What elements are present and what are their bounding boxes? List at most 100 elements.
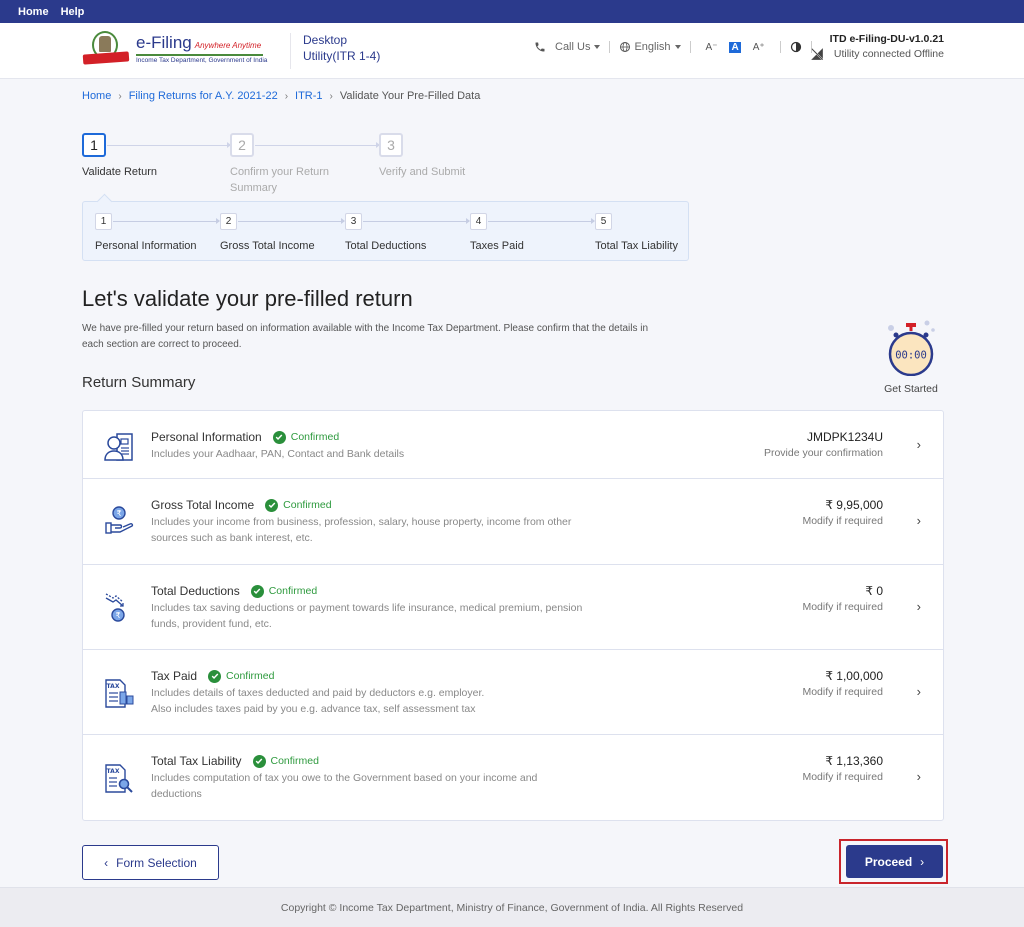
summary-row-total-deductions[interactable]: ₹ Total Deductions Confirmed Includes ta…: [83, 565, 943, 650]
substep-1-box: 1: [95, 213, 112, 230]
substep-2-box: 2: [220, 213, 237, 230]
summary-row-personal-information[interactable]: Personal Information Confirmed Includes …: [83, 411, 943, 479]
return-summary-list: Personal Information Confirmed Includes …: [82, 410, 944, 821]
copyright-text: Copyright © Income Tax Department, Minis…: [280, 902, 744, 914]
svg-text:₹: ₹: [116, 509, 121, 518]
header: e-Filing Anywhere Anytime Income Tax Dep…: [0, 23, 1024, 79]
confirmed-badge: Confirmed: [208, 669, 275, 683]
confirmed-badge: Confirmed: [272, 430, 340, 444]
logo-subtitle: Income Tax Department, Government of Ind…: [136, 56, 268, 64]
proceed-highlight: Proceed ›: [839, 839, 948, 884]
substep-5-label: Total Tax Liability: [595, 240, 678, 252]
substep-connector: [488, 218, 595, 224]
font-normal-button[interactable]: A: [729, 41, 741, 53]
call-us-dropdown[interactable]: Call Us: [534, 41, 601, 53]
footer: Copyright © Income Tax Department, Minis…: [0, 887, 1024, 927]
svg-text:TAX: TAX: [107, 683, 120, 690]
check-circle-icon: [265, 498, 279, 512]
summary-row-tax-paid[interactable]: TAX Tax Paid Confirmed Includes details …: [83, 650, 943, 735]
globe-icon: [620, 42, 631, 52]
substep-1-label: Personal Information: [95, 240, 197, 252]
step-connector: [107, 142, 231, 148]
confirmed-label: Confirmed: [268, 585, 318, 597]
proceed-button[interactable]: Proceed ›: [846, 845, 943, 878]
app-title: Desktop Utility(ITR 1-4): [303, 32, 380, 64]
confirmed-label: Confirmed: [290, 431, 340, 443]
substep-4-box: 4: [470, 213, 487, 230]
row-title: Total Tax Liability: [151, 754, 242, 768]
row-title: Personal Information: [151, 430, 262, 444]
row-subtext: Modify if required: [802, 601, 883, 613]
row-value: ₹ 1,00,000: [825, 669, 883, 683]
rupee-hand-icon: ₹: [105, 506, 134, 534]
substep-4-label: Taxes Paid: [470, 240, 524, 252]
row-description: Includes computation of tax you owe to t…: [151, 772, 538, 800]
breadcrumb-filing-returns[interactable]: Filing Returns for A.Y. 2021-22: [129, 90, 278, 102]
summary-row-gross-total-income[interactable]: ₹ Gross Total Income Confirmed Includes …: [83, 479, 943, 565]
confirmed-label: Confirmed: [283, 499, 332, 511]
tax-search-icon: TAX: [105, 764, 133, 793]
top-nav: Home Help: [0, 0, 1024, 23]
row-subtext: Provide your confirmation: [763, 447, 883, 459]
row-title: Gross Total Income: [151, 498, 255, 512]
rupee-down-icon: ₹: [105, 593, 125, 622]
header-divider: [290, 33, 291, 69]
sub-stepper: 1 2 3 4 5 Personal Information Gross Tot…: [82, 201, 689, 261]
row-value: JMDPK1234U: [806, 430, 883, 444]
breadcrumb-home[interactable]: Home: [82, 90, 111, 102]
substep-2-label: Gross Total Income: [220, 240, 315, 252]
row-subtext: Modify if required: [802, 771, 883, 783]
confirmed-badge: Confirmed: [252, 754, 319, 768]
row-title: Tax Paid: [151, 669, 198, 683]
form-selection-button[interactable]: ‹ Form Selection: [82, 845, 219, 880]
person-id-icon: [104, 433, 133, 461]
nav-help-link[interactable]: Help: [61, 6, 85, 18]
nav-home-link[interactable]: Home: [18, 6, 49, 18]
caret-down-icon: [674, 45, 681, 49]
font-increase-button[interactable]: A⁺: [753, 42, 765, 53]
step-3-label: Verify and Submit: [379, 166, 466, 178]
font-decrease-button[interactable]: A⁻: [706, 42, 718, 53]
row-title: Total Deductions: [151, 584, 240, 598]
breadcrumb-itr1[interactable]: ITR-1: [295, 90, 323, 102]
chevron-right-icon: ›: [329, 90, 333, 102]
connection-status: Utility connected Offline: [833, 48, 944, 60]
stopwatch-icon: 00:00: [888, 320, 935, 377]
confirmed-badge: Confirmed: [265, 498, 332, 512]
phone-icon: [535, 42, 545, 52]
version-label: ITD e-Filing-DU-v1.0.21: [829, 33, 944, 45]
summary-row-total-tax-liability[interactable]: TAX Total Tax Liability Confirmed Includ…: [83, 735, 943, 820]
chevron-right-icon[interactable]: ›: [917, 513, 921, 528]
chevron-right-icon[interactable]: ›: [917, 684, 921, 699]
breadcrumb-current: Validate Your Pre-Filled Data: [339, 90, 481, 102]
step-1-label: Validate Return: [82, 166, 158, 178]
substep-3-label: Total Deductions: [345, 240, 427, 252]
chevron-right-icon[interactable]: ›: [917, 599, 921, 614]
language-dropdown[interactable]: English: [619, 41, 681, 53]
row-value: ₹ 1,13,360: [825, 754, 883, 768]
svg-text:₹: ₹: [115, 611, 120, 620]
confirmed-label: Confirmed: [226, 670, 275, 682]
header-tools: Call Us English A⁻ A A⁺: [534, 41, 821, 53]
check-circle-icon: [250, 584, 264, 598]
step-connector: [255, 142, 380, 148]
get-started-button[interactable]: 00:00 Get Started: [880, 318, 942, 395]
chevron-right-icon[interactable]: ›: [917, 769, 921, 784]
chevron-right-icon: ›: [284, 90, 289, 102]
substep-connector: [363, 218, 470, 224]
contrast-toggle-icon[interactable]: [790, 41, 802, 53]
efiling-logo[interactable]: e-Filing Anywhere Anytime Income Tax Dep…: [82, 29, 267, 67]
chevron-right-icon[interactable]: ›: [917, 437, 921, 452]
row-subtext: Modify if required: [802, 686, 883, 698]
proceed-label: Proceed: [864, 854, 913, 869]
confirmed-label: Confirmed: [270, 755, 319, 767]
page-title: Let's validate your pre-filled return: [82, 286, 413, 311]
section-title: Return Summary: [82, 374, 196, 391]
confirmed-badge: Confirmed: [250, 584, 318, 598]
breadcrumb: Home › Filing Returns for A.Y. 2021-22 ›…: [82, 90, 480, 102]
national-emblem-icon: [82, 29, 132, 67]
step-1-box: 1: [82, 133, 106, 157]
row-value: ₹ 9,95,000: [825, 498, 883, 512]
row-subtext: Modify if required: [802, 515, 883, 527]
logo-title: e-Filing: [136, 32, 192, 52]
